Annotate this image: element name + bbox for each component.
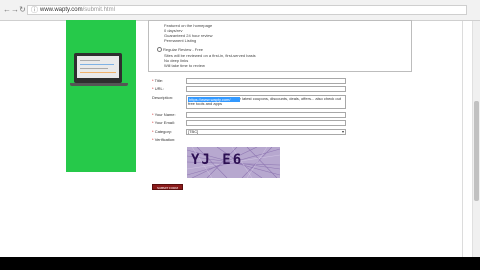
page-scrollbar[interactable] xyxy=(472,21,480,257)
submission-options-box: Featured on the homepage 0 days/rev Guar… xyxy=(148,20,412,72)
address-bar[interactable]: ⓘ www.wapty.com/submit.html xyxy=(27,5,467,15)
browser-toolbar: ← → ↻ ⓘ www.wapty.com/submit.html xyxy=(0,0,480,21)
laptop-screen xyxy=(77,56,119,78)
category-select[interactable]: [TBC] ▾ xyxy=(186,129,346,135)
regular-feature: Will take time to review xyxy=(164,63,205,68)
back-icon[interactable]: ← xyxy=(3,6,11,14)
title-label: * Title: xyxy=(152,78,164,83)
premium-feature: Permanent Listing xyxy=(164,38,197,43)
url-label: * URL: xyxy=(152,86,164,91)
description-selection: https://www.wapty.com/ xyxy=(188,97,240,102)
screen-line xyxy=(80,68,108,69)
scrollbar-thumb[interactable] xyxy=(474,101,479,201)
name-label: * Your Name: xyxy=(152,112,176,117)
page-info-icon[interactable]: ⓘ xyxy=(31,7,38,14)
forward-icon[interactable]: → xyxy=(11,6,19,14)
browser-window: ← → ↻ ⓘ www.wapty.com/submit.html ● GoDa… xyxy=(0,0,480,257)
captcha-text: YJ E6 xyxy=(191,152,244,168)
screen-line xyxy=(80,60,100,61)
reload-icon[interactable]: ↻ xyxy=(19,6,26,14)
chevron-down-icon: ▾ xyxy=(341,129,344,134)
captcha-image: YJ E6 xyxy=(187,147,280,178)
godaddy-logo-icon: ● xyxy=(69,179,74,186)
submit-button[interactable]: SUBMIT FORM xyxy=(152,184,183,190)
address-url: www.wapty.com/submit.html xyxy=(40,6,115,15)
ad-brand: GoDaddy xyxy=(76,179,108,186)
title-input[interactable] xyxy=(186,78,346,84)
regular-review-radio[interactable] xyxy=(157,47,162,52)
category-value: [TBC] xyxy=(188,129,199,134)
laptop-image xyxy=(74,53,122,83)
sidebar-ad[interactable]: ● GoDaddy xyxy=(66,20,136,186)
name-input[interactable] xyxy=(186,112,346,118)
regular-review-label: Regular Review - Free xyxy=(163,47,204,52)
bottom-bar xyxy=(0,257,480,270)
email-input[interactable] xyxy=(186,120,346,126)
email-label: * Your Email: xyxy=(152,120,175,125)
verification-label: * Verification: xyxy=(152,137,176,142)
laptop-base xyxy=(70,83,128,86)
category-label: * Category: xyxy=(152,129,173,134)
url-host: www.wapty.com xyxy=(40,7,83,13)
screen-line xyxy=(80,64,114,65)
screen-frame: ← → ↻ ⓘ www.wapty.com/submit.html ● GoDa… xyxy=(0,0,480,270)
url-input[interactable] xyxy=(186,86,346,92)
screen-line xyxy=(80,72,116,73)
content-border xyxy=(462,21,463,257)
description-label: Description: xyxy=(152,95,174,100)
url-path: /submit.html xyxy=(82,7,115,13)
